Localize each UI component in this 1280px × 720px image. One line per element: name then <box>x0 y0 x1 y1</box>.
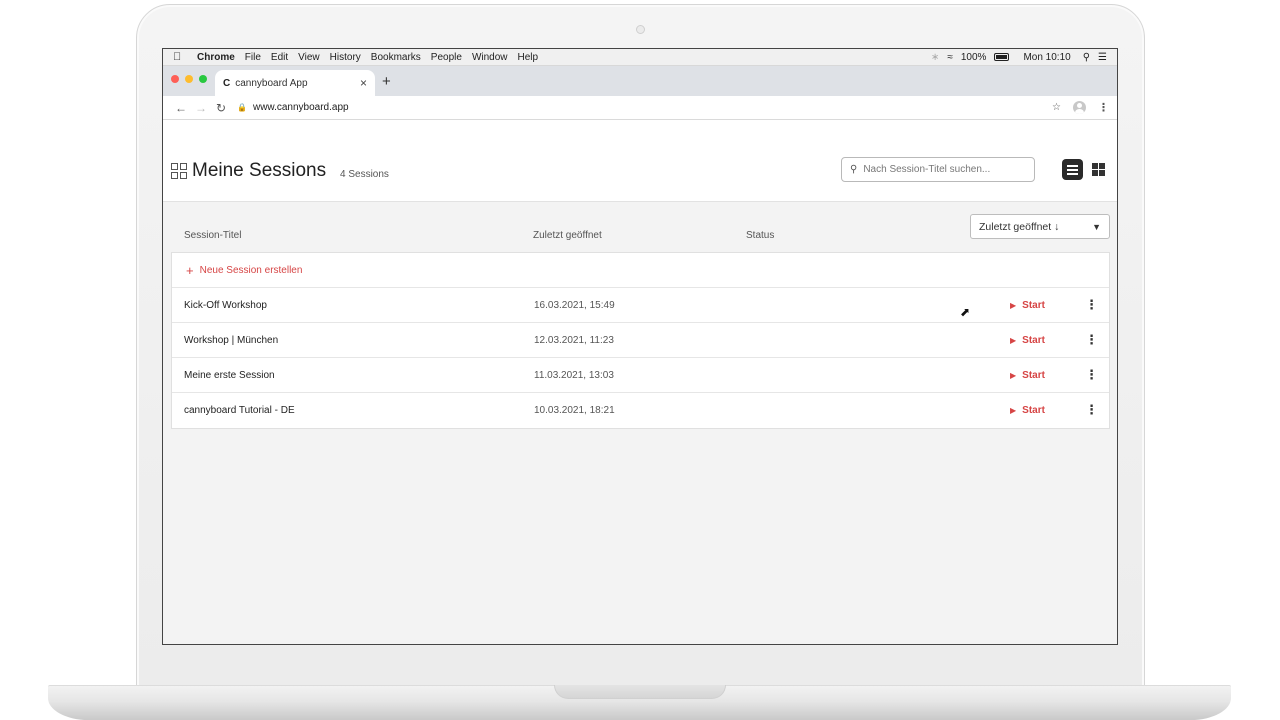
sessions-grid-icon <box>171 163 187 179</box>
search-icon: ⚲ <box>850 164 858 175</box>
session-title[interactable]: cannyboard Tutorial - DE <box>184 405 295 416</box>
sessions-table: + Neue Session erstellen Kick-Off Worksh… <box>171 252 1110 429</box>
session-date: 16.03.2021, 15:49 <box>534 300 615 311</box>
session-title[interactable]: Kick-Off Workshop <box>184 300 267 311</box>
wifi-icon[interactable]: ≈ <box>947 52 953 63</box>
more-options-icon[interactable]: ⋮ <box>1085 367 1098 383</box>
menu-item-file[interactable]: File <box>245 52 261 63</box>
caret-down-icon: ▼ <box>1092 221 1101 232</box>
camera-icon <box>636 25 645 34</box>
browser-toolbar: ← → ↻ 🔒 www.cannyboard.app ☆ ⋮ <box>163 96 1117 120</box>
cannyboard-favicon-icon: C <box>223 77 231 89</box>
start-label: Start <box>1022 405 1045 416</box>
bluetooth-icon[interactable]: ∗ <box>931 52 939 63</box>
menu-item-edit[interactable]: Edit <box>271 52 288 63</box>
start-button[interactable]: ▶ Start <box>1010 300 1045 311</box>
session-title[interactable]: Meine erste Session <box>184 370 275 381</box>
session-date: 11.03.2021, 13:03 <box>534 370 614 381</box>
maximize-window-button[interactable] <box>199 75 207 83</box>
close-tab-icon[interactable]: × <box>360 76 367 90</box>
table-row[interactable]: cannyboard Tutorial - DE 10.03.2021, 18:… <box>172 393 1109 428</box>
new-session-label: Neue Session erstellen <box>199 264 303 276</box>
url-text[interactable]: www.cannyboard.app <box>253 102 349 113</box>
tab-title: cannyboard App <box>235 77 308 89</box>
play-icon: ▶ <box>1010 406 1017 415</box>
table-row[interactable]: Workshop | München 12.03.2021, 11:23 ▶ St… <box>172 323 1109 358</box>
lock-icon[interactable]: 🔒 <box>237 103 247 112</box>
session-count: 4 Sessions <box>340 169 389 180</box>
search-input[interactable] <box>863 164 1024 175</box>
menu-item-help[interactable]: Help <box>518 52 539 63</box>
start-label: Start <box>1022 370 1045 381</box>
session-date: 12.03.2021, 11:23 <box>534 335 614 346</box>
mouse-cursor-icon: ⬈ <box>960 305 971 319</box>
sort-dropdown[interactable]: Zuletzt geöffnet ↓ ▼ <box>970 214 1110 239</box>
more-options-icon[interactable]: ⋮ <box>1085 297 1098 313</box>
start-label: Start <box>1022 335 1045 346</box>
browser-menu-icon[interactable]: ⋮ <box>1098 101 1109 114</box>
apple-icon[interactable]:  <box>173 51 187 63</box>
minimize-window-button[interactable] <box>185 75 193 83</box>
close-window-button[interactable] <box>171 75 179 83</box>
back-icon[interactable]: ← <box>171 101 191 115</box>
window-controls <box>171 75 207 83</box>
menu-bar:  Chrome File Edit View History Bookmark… <box>163 49 1117 66</box>
table-row[interactable]: Meine erste Session 11.03.2021, 13:03 ▶ S… <box>172 358 1109 393</box>
forward-icon[interactable]: → <box>191 101 211 115</box>
screen:  Chrome File Edit View History Bookmark… <box>162 48 1118 645</box>
column-header-last-opened[interactable]: Zuletzt geöffnet <box>533 230 602 241</box>
start-button[interactable]: ▶ Start <box>1010 405 1045 416</box>
sort-dropdown-label: Zuletzt geöffnet ↓ <box>979 220 1060 233</box>
menu-item-history[interactable]: History <box>330 52 361 63</box>
more-options-icon[interactable]: ⋮ <box>1085 332 1098 348</box>
start-button[interactable]: ▶ Start <box>1010 370 1045 381</box>
reload-icon[interactable]: ↻ <box>211 101 231 115</box>
session-date: 10.03.2021, 18:21 <box>534 405 615 416</box>
start-label: Start <box>1022 300 1045 311</box>
play-icon: ▶ <box>1010 336 1017 345</box>
new-session-button[interactable]: + Neue Session erstellen <box>172 253 1109 288</box>
address-bar[interactable]: 🔒 www.cannyboard.app <box>237 102 1052 113</box>
clock[interactable]: Mon 10:10 <box>1023 52 1070 63</box>
battery-icon[interactable] <box>994 53 1010 61</box>
menu-item-bookmarks[interactable]: Bookmarks <box>371 52 421 63</box>
search-box[interactable]: ⚲ <box>841 157 1035 182</box>
tab-cannyboard[interactable]: C cannyboard App × <box>215 70 375 96</box>
menu-item-window[interactable]: Window <box>472 52 508 63</box>
battery-percent: 100% <box>960 51 987 63</box>
column-header-title[interactable]: Session-Titel <box>184 230 241 241</box>
laptop-notch <box>554 685 726 699</box>
page-header: Meine Sessions 4 Sessions ⚲ <box>163 120 1117 202</box>
spotlight-search-icon[interactable]: ⚲ <box>1083 52 1090 63</box>
plus-icon: + <box>186 262 194 278</box>
start-button[interactable]: ▶ Start <box>1010 335 1045 346</box>
new-tab-icon[interactable]: + <box>382 73 391 90</box>
more-options-icon[interactable]: ⋮ <box>1085 402 1098 418</box>
page-title: Meine Sessions <box>192 160 327 181</box>
menu-app-name[interactable]: Chrome <box>197 52 235 63</box>
session-title[interactable]: Workshop | München <box>184 335 278 346</box>
bookmark-star-icon[interactable]: ☆ <box>1052 102 1061 113</box>
tab-strip: C cannyboard App × + <box>163 66 1117 96</box>
app-content: Meine Sessions 4 Sessions ⚲ Session-Tite… <box>163 120 1117 644</box>
column-header-status[interactable]: Status <box>746 230 774 241</box>
menu-item-view[interactable]: View <box>298 52 320 63</box>
play-icon: ▶ <box>1010 371 1017 380</box>
notification-center-icon[interactable]: ☰ <box>1098 52 1107 63</box>
profile-avatar-icon[interactable] <box>1073 101 1086 114</box>
menu-item-people[interactable]: People <box>431 52 462 63</box>
play-icon: ▶ <box>1010 301 1017 310</box>
list-view-button[interactable] <box>1062 159 1083 180</box>
grid-view-button[interactable] <box>1092 163 1105 176</box>
